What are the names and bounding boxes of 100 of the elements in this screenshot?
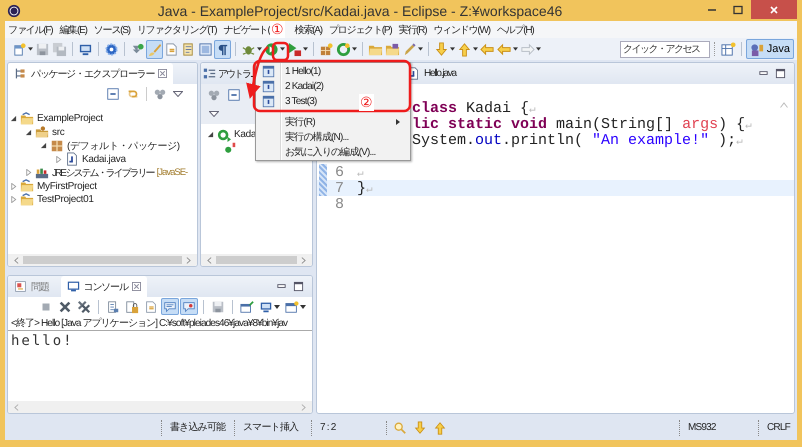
method-icon — [223, 141, 237, 156]
caret-icon — [536, 47, 541, 51]
filter-icon[interactable] — [207, 88, 221, 102]
view-menu-icon[interactable] — [209, 111, 219, 117]
menu-item[interactable]: ファイル(F) — [8, 22, 52, 36]
scroll-left-icon[interactable] — [14, 404, 19, 410]
menu-item[interactable]: リファクタリング(T) — [136, 22, 216, 36]
window-icon — [198, 42, 213, 56]
view-tab[interactable]: コンソール — [60, 276, 147, 297]
status-field: スマート挿入 — [234, 420, 311, 436]
app-icon — [7, 4, 21, 18]
caret-icon — [450, 47, 455, 51]
horizontal-scrollbar[interactable] — [8, 401, 312, 413]
status-field: 7 : 2 — [311, 420, 378, 436]
menu-item[interactable]: ヘルプ(H) — [496, 22, 534, 36]
down-arrow-icon[interactable] — [413, 421, 427, 435]
tree-toggle-icon[interactable] — [10, 182, 17, 190]
speech-bubble-icon — [163, 300, 177, 314]
caret-icon — [28, 47, 33, 51]
library-icon — [35, 166, 49, 180]
lock-icon — [125, 300, 139, 314]
submenu-arrow-icon — [396, 118, 400, 124]
down-arrow-icon — [434, 42, 449, 56]
scroll-right-icon[interactable] — [301, 404, 306, 410]
maximize-icon[interactable] — [775, 68, 786, 79]
maximize-icon[interactable] — [293, 281, 304, 292]
view-tab[interactable]: パッケージ・エクスプローラー — [8, 63, 174, 84]
horizontal-scrollbar[interactable] — [201, 254, 312, 266]
tree-toggle-icon[interactable] — [25, 169, 32, 176]
editor-tab[interactable]: Hello.java — [401, 63, 462, 84]
status-field: 書き込み可能 — [161, 420, 234, 436]
caret-icon — [418, 47, 423, 51]
tree-item-label[interactable]: src — [52, 126, 64, 138]
quick-access-field[interactable]: クイック・アクセス — [620, 40, 710, 58]
menu-item[interactable]: 実行の構成(N)... — [285, 130, 348, 144]
menu-item[interactable]: お気に入りの編成(V)... — [285, 144, 376, 158]
menu-item[interactable]: 1 Hello(1) — [285, 66, 320, 77]
view-tab[interactable]: 問題 — [8, 276, 55, 297]
view-title: パッケージ・エクスプローラー — [31, 68, 154, 80]
caret-icon — [513, 47, 518, 51]
project-folder-icon — [20, 179, 34, 194]
menu-item[interactable]: 検索(A) — [294, 22, 322, 36]
tree-item-label[interactable]: TestProject01 — [37, 194, 94, 206]
horizontal-scrollbar[interactable] — [8, 254, 197, 266]
scroll-left-icon[interactable] — [207, 256, 212, 264]
cross-icon — [58, 300, 72, 314]
java-app-icon — [262, 80, 275, 93]
caret-icon — [300, 304, 306, 308]
menu-item[interactable]: 3 Test(3) — [285, 96, 317, 107]
collapse-all-icon[interactable] — [227, 88, 241, 102]
up-arrow-icon[interactable] — [433, 421, 447, 435]
tree-item-label[interactable]: Kadai.java — [82, 154, 126, 165]
filter-icon[interactable] — [153, 87, 167, 101]
menu-item[interactable]: 2 Kadai(2) — [285, 81, 324, 92]
tree-toggle-icon[interactable] — [10, 115, 17, 122]
maximize-icon — [733, 4, 743, 14]
perspective-button[interactable]: Java — [746, 39, 794, 59]
double-cross-icon — [77, 300, 91, 314]
collapse-all-icon[interactable] — [106, 87, 120, 101]
line-number: 8 — [335, 196, 344, 212]
view-menu-icon[interactable] — [173, 91, 183, 97]
save-all-icon — [52, 42, 67, 56]
close-icon[interactable] — [132, 282, 141, 291]
menu-item[interactable]: 実行(R) — [398, 22, 426, 36]
menu-item[interactable]: ウィンドウ(W) — [433, 22, 490, 36]
scroll-right-icon[interactable] — [301, 256, 306, 264]
close-icon[interactable] — [158, 69, 168, 78]
tree-item-label[interactable]: ExampleProject — [37, 113, 103, 124]
save-icon — [211, 300, 225, 314]
close-button[interactable] — [751, 0, 797, 19]
tree-toggle-icon[interactable] — [25, 128, 32, 136]
menu-item[interactable]: 編集(E) — [59, 22, 87, 36]
java-app-icon — [262, 65, 275, 78]
tree-item-label[interactable]: MyFirstProject — [37, 180, 97, 192]
marker-icon — [402, 42, 417, 56]
tree-toggle-icon[interactable] — [55, 156, 62, 163]
search-icon[interactable] — [393, 421, 407, 435]
menu-item[interactable]: プロジェクト(P) — [328, 22, 392, 36]
scroll-left-icon[interactable] — [14, 256, 19, 264]
toolbar-button[interactable] — [75, 298, 93, 315]
status-field: MS932 — [679, 420, 758, 436]
tree-toggle-icon[interactable] — [207, 131, 214, 138]
window-title: Java - ExampleProject/src/Kadai.java - Eclipse - Z:¥workspace46 — [156, 2, 564, 18]
tree-item-label[interactable]: JRE システム・ライブラリー — [52, 166, 154, 180]
tree-toggle-icon[interactable] — [10, 196, 17, 204]
code-line: class Kadai {↵ — [412, 100, 536, 116]
java-app-icon — [262, 95, 275, 108]
document-icon — [144, 300, 158, 314]
menu-item[interactable]: ソース(S) — [94, 22, 130, 36]
tree-item-label[interactable]: (デフォルト・パッケージ) — [67, 138, 180, 153]
view-title: コンソール — [84, 280, 128, 294]
tree-toggle-icon[interactable] — [40, 142, 47, 150]
scroll-up-icon[interactable] — [780, 102, 788, 108]
view-tab[interactable]: アウトラ... — [201, 63, 254, 84]
menu-item[interactable]: 実行(R) — [285, 114, 315, 128]
scroll-right-icon[interactable] — [186, 256, 191, 264]
new-file-icon — [12, 42, 27, 56]
toolbar-button[interactable] — [214, 40, 231, 58]
caret-icon — [257, 47, 262, 51]
code-line: ↵ — [357, 166, 364, 180]
